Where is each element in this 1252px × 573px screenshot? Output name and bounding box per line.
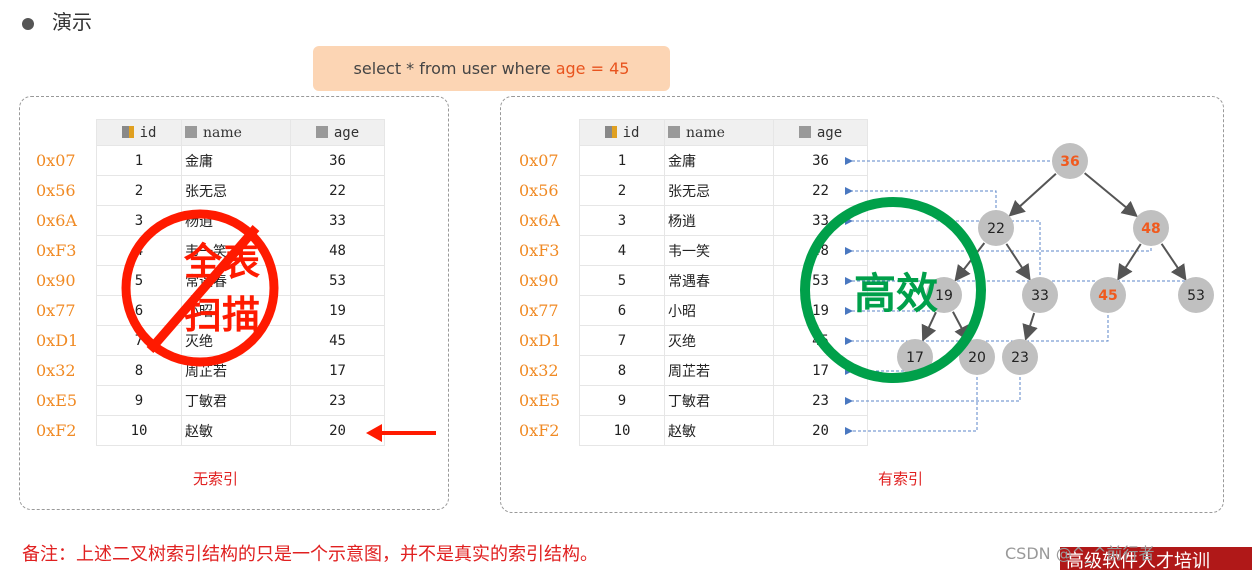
- tree-edge: [1084, 172, 1138, 218]
- no-entry-stamp: 全表 扫描: [121, 209, 279, 367]
- stamp-text-line2: 扫描: [184, 293, 260, 337]
- tree-edge: [1005, 243, 1031, 281]
- tree-node-label: 45: [1098, 288, 1117, 304]
- efficient-text: 高效: [854, 269, 938, 318]
- red-arrow: [366, 424, 436, 442]
- overlay-diagram: 3622 4819 33 45 5317 20 23 全表 扫描 高效: [121, 143, 1214, 442]
- watermark: CSDN @^_^前行者: [1005, 544, 1155, 563]
- footnote: 备注：上述二叉树索引结构的只是一个示意图，并不是真实的索引结构。: [22, 544, 598, 565]
- tree-node-label: 36: [1060, 154, 1079, 170]
- tree-edge: [1160, 243, 1187, 281]
- tree-node-label: 20: [968, 350, 986, 366]
- tree-edge: [1117, 243, 1142, 281]
- tree-node-label: 53: [1187, 288, 1205, 304]
- tree-edge: [1022, 312, 1038, 341]
- tree-edge: [1008, 173, 1057, 217]
- tree-node-label: 33: [1031, 288, 1049, 304]
- tree-node-label: 22: [987, 221, 1005, 237]
- stamp-text-line1: 全表: [183, 240, 260, 284]
- tree-node-label: 23: [1011, 350, 1029, 366]
- tree-node-label: 48: [1141, 221, 1160, 237]
- tree-node-label: 17: [906, 350, 924, 366]
